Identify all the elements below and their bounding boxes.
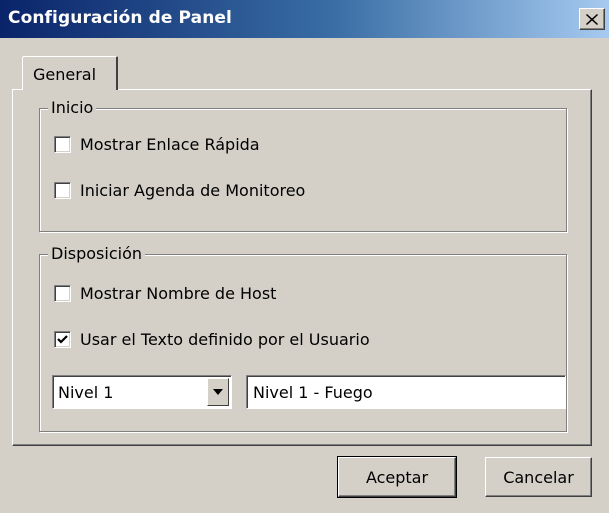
close-icon <box>586 13 598 25</box>
cancel-button[interactable]: Cancelar <box>485 457 592 497</box>
checkmark-icon <box>57 335 68 344</box>
group-inicio: Inicio Mostrar Enlace Rápida Iniciar Age… <box>39 98 567 232</box>
mostrar-enlace-checkbox[interactable] <box>54 136 71 153</box>
checkbox-row-mostrar-host[interactable]: Mostrar Nombre de Host <box>54 284 276 303</box>
tab-general[interactable]: General <box>22 56 118 90</box>
dropdown-button[interactable] <box>207 378 229 406</box>
chevron-down-icon <box>213 389 223 395</box>
checkbox-row-iniciar-agenda[interactable]: Iniciar Agenda de Monitoreo <box>54 181 305 200</box>
accept-button[interactable]: Aceptar <box>337 456 457 498</box>
checkbox-row-usar-texto[interactable]: Usar el Texto definido por el Usuario <box>54 330 370 349</box>
usar-texto-checkbox[interactable] <box>54 331 71 348</box>
usar-texto-label[interactable]: Usar el Texto definido por el Usuario <box>80 330 370 349</box>
level-select-value: Nivel 1 <box>58 383 114 402</box>
group-disposicion-legend: Disposición <box>48 244 145 263</box>
mostrar-host-checkbox[interactable] <box>54 285 71 302</box>
level-select[interactable]: Nivel 1 <box>52 375 232 409</box>
tab-panel-general: Inicio Mostrar Enlace Rápida Iniciar Age… <box>12 89 592 446</box>
group-inicio-legend: Inicio <box>48 98 97 117</box>
mostrar-host-label[interactable]: Mostrar Nombre de Host <box>80 284 276 303</box>
checkbox-row-mostrar-enlace[interactable]: Mostrar Enlace Rápida <box>54 135 260 154</box>
tab-general-label: General <box>33 65 97 84</box>
iniciar-agenda-label[interactable]: Iniciar Agenda de Monitoreo <box>80 181 305 200</box>
mostrar-enlace-label[interactable]: Mostrar Enlace Rápida <box>80 135 260 154</box>
window-title: Configuración de Panel <box>8 8 232 28</box>
iniciar-agenda-checkbox[interactable] <box>54 182 71 199</box>
user-text-input[interactable] <box>246 375 566 409</box>
close-button[interactable] <box>579 8 605 30</box>
title-bar: Configuración de Panel <box>0 0 609 38</box>
group-disposicion: Disposición Mostrar Nombre de Host Usar … <box>39 244 567 432</box>
